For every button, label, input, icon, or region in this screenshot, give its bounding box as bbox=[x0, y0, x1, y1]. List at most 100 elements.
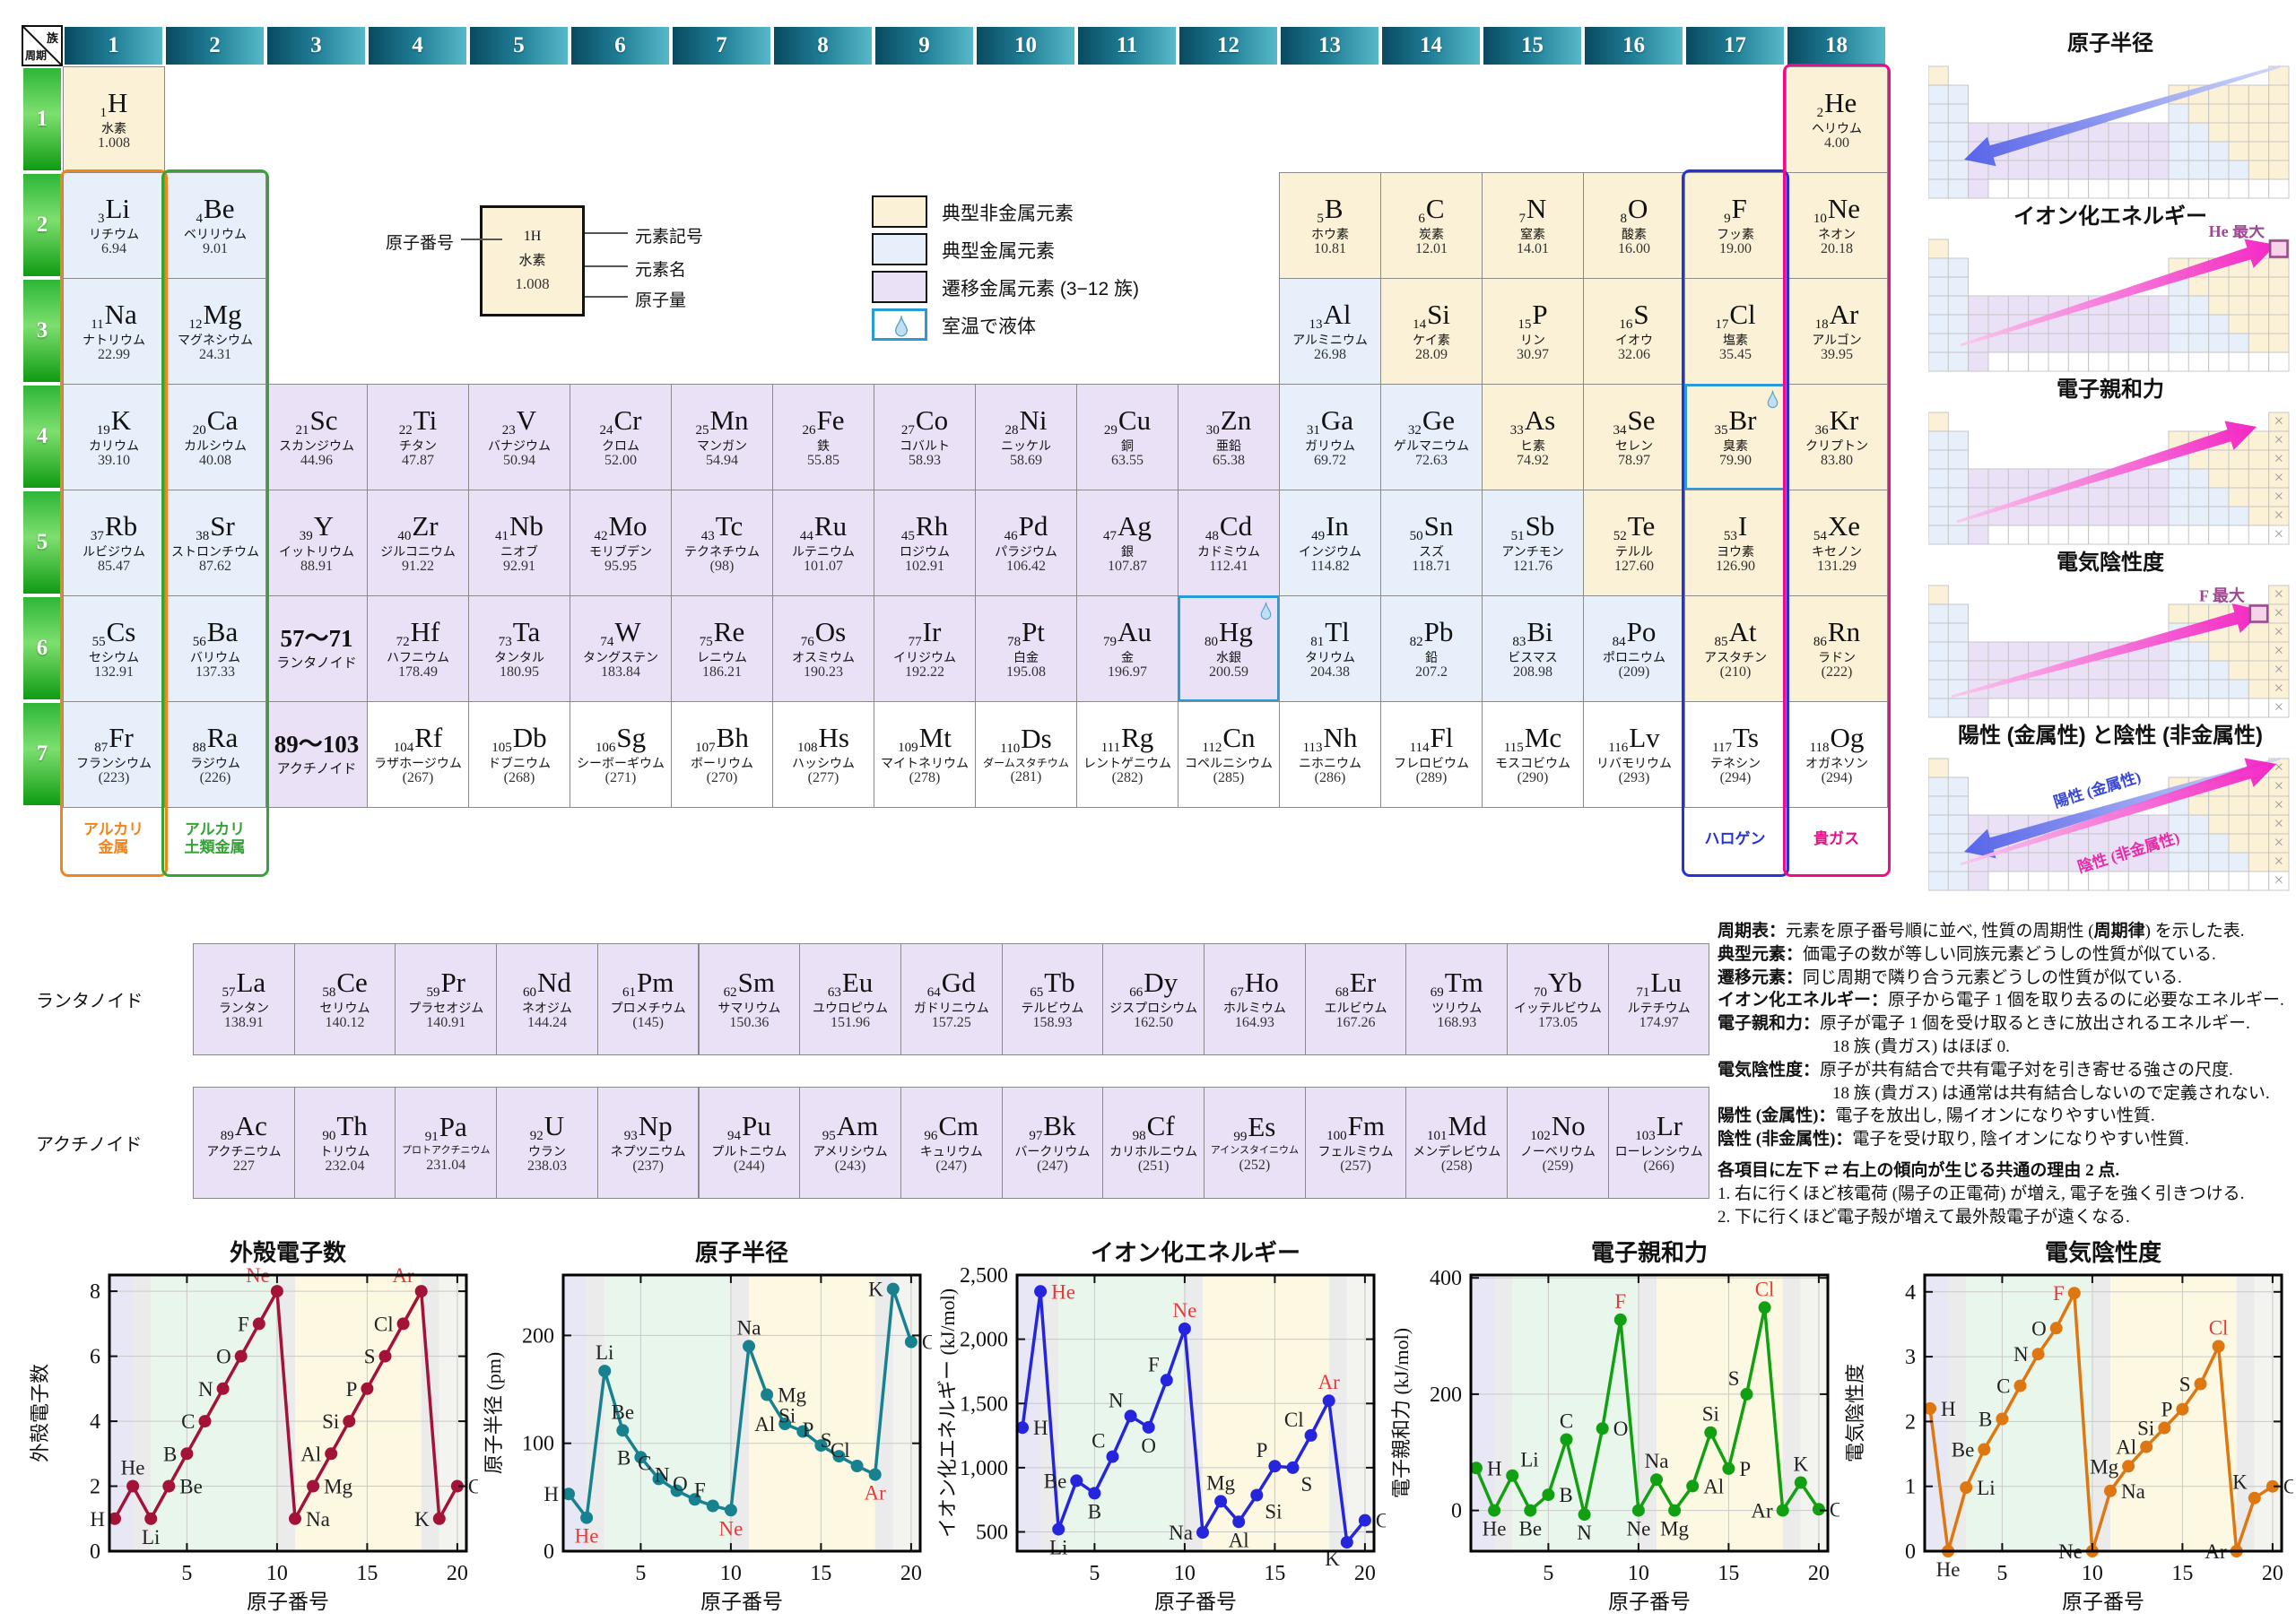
element-name: カリホルニウム bbox=[1109, 1145, 1197, 1158]
element-cell-Co: 27Co コバルト 58.93 bbox=[874, 384, 976, 490]
element-symbol: 104Rf bbox=[394, 724, 443, 755]
chart-title: 電子親和力 bbox=[1591, 1240, 1708, 1266]
element-name: タングステン bbox=[583, 651, 658, 664]
chart-point-N bbox=[1578, 1508, 1591, 1521]
element-cell-Mg: 12Mg マグネシウム 24.31 bbox=[164, 278, 266, 385]
chart-label-S: S bbox=[1301, 1473, 1313, 1496]
periodic-table: 族 周期12345678910111213141516171812345671H… bbox=[22, 25, 1887, 874]
element-mass: 63.55 bbox=[1111, 454, 1144, 468]
chart-label-F: F bbox=[238, 1313, 249, 1335]
chart-xlabel: 原子番号 bbox=[1608, 1591, 1691, 1613]
element-symbol: 102No bbox=[1530, 1112, 1585, 1143]
element-name: リチウム bbox=[89, 228, 139, 241]
chart-label-Na: Na bbox=[737, 1316, 761, 1339]
element-name: マグネシウム bbox=[178, 334, 253, 347]
element-mass: 9.01 bbox=[203, 242, 228, 256]
element-symbol: 85At bbox=[1715, 618, 1757, 649]
legend-line bbox=[461, 239, 502, 240]
chart-point-Ca bbox=[1813, 1503, 1825, 1515]
chart-label-O: O bbox=[1613, 1418, 1629, 1440]
chart-point-Na bbox=[2104, 1485, 2117, 1497]
element-symbol: 64Gd bbox=[927, 968, 976, 1000]
note-line: 典型元素：価電子の数が等しい同族元素どうしの性質が似ている. bbox=[1718, 943, 2296, 967]
element-name: クリプトン bbox=[1805, 439, 1868, 453]
chart-label-Cl: Cl bbox=[374, 1313, 394, 1335]
chart-label-Na: Na bbox=[306, 1508, 330, 1531]
element-mass: (209) bbox=[1619, 665, 1650, 680]
chart-point-B bbox=[1996, 1413, 2008, 1426]
chart-外殻電子数: HHeLiBeBCNOFNeNaMgAlSiPSClArKCa510152002… bbox=[25, 1236, 478, 1621]
element-cell-Tm: 69Tm ツリウム 168.93 bbox=[1405, 943, 1508, 1055]
chart-point-Ne bbox=[1178, 1323, 1191, 1335]
note-line: イオン化エネルギー：原子から電子 1 個を取り去るのに必要なエネルギー. bbox=[1718, 989, 2296, 1012]
element-cell-Tb: 65Tb テルビウム 158.93 bbox=[1002, 943, 1104, 1055]
svg-text:0: 0 bbox=[1905, 1540, 1916, 1564]
element-mass: 28.09 bbox=[1415, 348, 1448, 362]
chart-label-Li: Li bbox=[1049, 1537, 1067, 1559]
chart-label-N: N bbox=[655, 1464, 670, 1487]
element-name: 鉛 bbox=[1425, 651, 1438, 664]
element-symbol: 91Pa bbox=[425, 1113, 467, 1144]
chart-xlabel: 原子番号 bbox=[2062, 1591, 2144, 1613]
chart-電子親和力: HHeLiBeBCNOFNeNaMgAlSiPSClArKCa510152002… bbox=[1387, 1236, 1839, 1621]
element-symbol: 35Br bbox=[1715, 406, 1757, 438]
group-header-10: 10 bbox=[977, 27, 1074, 65]
chart-point-C bbox=[199, 1415, 212, 1427]
chart-label-Mg: Mg bbox=[778, 1384, 806, 1407]
element-name: ツリウム bbox=[1431, 1002, 1482, 1015]
svg-text:200: 200 bbox=[1430, 1383, 1462, 1407]
chart-label-K: K bbox=[868, 1279, 883, 1301]
svg-text:×: × bbox=[2274, 661, 2283, 680]
element-name: 臭素 bbox=[1723, 439, 1748, 453]
chart-point-Mg bbox=[1668, 1505, 1681, 1517]
group-header-13: 13 bbox=[1281, 27, 1378, 65]
svg-text:0: 0 bbox=[1451, 1500, 1462, 1523]
element-mass: 238.03 bbox=[527, 1159, 567, 1174]
chart-label-S: S bbox=[2179, 1374, 2191, 1396]
trend-mini-table-0 bbox=[1928, 52, 2292, 201]
svg-text:2,500: 2,500 bbox=[960, 1264, 1008, 1288]
element-mass: 127.60 bbox=[1614, 559, 1654, 574]
group-header-4: 4 bbox=[369, 27, 466, 65]
element-cell-Ta: 73Ta タンタル 180.95 bbox=[468, 595, 570, 702]
legend-label-nonmetal: 典型非金属元素 bbox=[942, 199, 1074, 226]
element-name: マイトネリウム bbox=[881, 757, 969, 770]
chart-point-K bbox=[1341, 1536, 1353, 1548]
element-mass: 132.91 bbox=[94, 665, 134, 680]
group-header-16: 16 bbox=[1585, 27, 1683, 65]
chart-label-Ca: Ca bbox=[1376, 1510, 1386, 1532]
element-mass: (289) bbox=[1416, 771, 1448, 785]
chart-label-Be: Be bbox=[1519, 1518, 1543, 1540]
element-name: イッテルビウム bbox=[1514, 1002, 1602, 1015]
element-name: プラセオジム bbox=[408, 1002, 483, 1015]
element-cell-B: 5B ホウ素 10.81 bbox=[1279, 172, 1381, 279]
category-label-2: アルカリ 土類金属 bbox=[185, 821, 246, 858]
legend-atomic-number-label: 原子番号 bbox=[386, 230, 454, 254]
legend-label-metal: 典型金属元素 bbox=[942, 237, 1055, 264]
trend-mini-table-3: ×××××××F 最大 bbox=[1928, 571, 2292, 720]
chart-label-B: B bbox=[163, 1443, 177, 1465]
element-mass: 35.45 bbox=[1719, 348, 1752, 362]
element-mass: 40.08 bbox=[199, 454, 231, 468]
element-cell-Rb: 37Rb ルビジウム 85.47 bbox=[63, 490, 165, 596]
element-symbol: 118Og bbox=[1810, 724, 1865, 755]
svg-text:200: 200 bbox=[522, 1324, 554, 1348]
legend-line bbox=[585, 265, 628, 267]
element-mass: 190.23 bbox=[804, 665, 843, 680]
element-symbol: 95Am bbox=[822, 1112, 879, 1143]
element-cell-S: 16S イオウ 32.06 bbox=[1583, 278, 1685, 385]
chart-point-Ne bbox=[271, 1285, 283, 1297]
group-period-corner: 族 周期 bbox=[22, 25, 63, 66]
element-name: ハッシウム bbox=[792, 757, 855, 770]
element-symbol: 10Ne bbox=[1813, 195, 1860, 226]
element-symbol: 31Ga bbox=[1307, 406, 1353, 438]
element-symbol: 2He bbox=[1817, 89, 1857, 120]
note-line: 陰性 (非金属性)：電子を受け取り, 陰イオンになりやすい性質. bbox=[1718, 1128, 2296, 1151]
element-cell-Br: 35Br 臭素 79.90 bbox=[1684, 384, 1787, 490]
element-mass: (244) bbox=[734, 1159, 765, 1174]
element-name: ストロンチウム bbox=[171, 545, 259, 559]
element-symbol: 65Tb bbox=[1030, 968, 1074, 1000]
legend-sample-name: 水素 bbox=[518, 250, 545, 269]
chart-title: 電気陰性度 bbox=[2045, 1239, 2161, 1266]
chart-point-Cl bbox=[2213, 1340, 2225, 1353]
